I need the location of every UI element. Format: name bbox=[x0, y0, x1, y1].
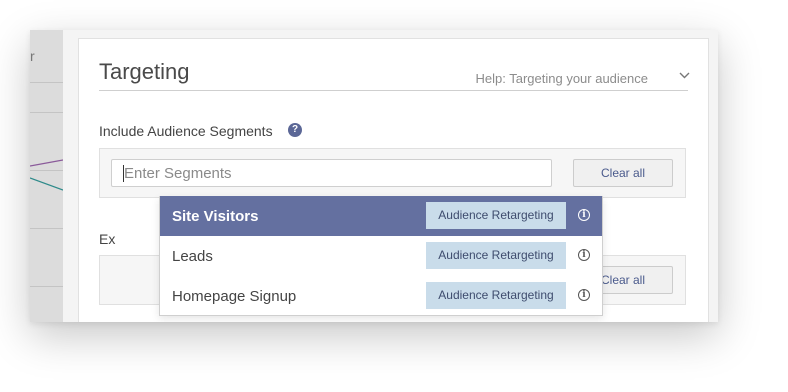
text-caret bbox=[123, 165, 124, 182]
card-title: Targeting bbox=[99, 59, 190, 84]
clear-all-button[interactable]: Clear all bbox=[573, 159, 673, 187]
segment-type-tag: Audience Retargeting bbox=[426, 242, 566, 269]
help-link[interactable]: Help: Targeting your audience bbox=[476, 71, 649, 86]
title-divider bbox=[99, 90, 688, 91]
dropdown-item[interactable]: Leads Audience Retargeting i bbox=[160, 236, 602, 276]
help-circle-icon[interactable]: ? bbox=[288, 123, 302, 137]
targeting-card: Targeting Help: Targeting your audience … bbox=[78, 38, 709, 322]
segment-name: Site Visitors bbox=[172, 208, 259, 225]
dropdown-item[interactable]: Site Visitors Audience Retargeting i bbox=[160, 196, 602, 236]
segment-type-tag: Audience Retargeting bbox=[426, 202, 566, 229]
segment-type-tag: Audience Retargeting bbox=[426, 282, 566, 309]
include-segments-label: Include Audience Segments bbox=[99, 123, 273, 139]
app-window: r Targeting Help: Targeting your audienc… bbox=[30, 30, 718, 322]
background-chart-strip: r bbox=[30, 30, 64, 322]
info-icon[interactable]: i bbox=[578, 289, 590, 301]
exclude-segments-label: Ex bbox=[99, 231, 116, 247]
segment-name: Homepage Signup bbox=[172, 288, 297, 305]
info-icon[interactable]: i bbox=[578, 249, 590, 261]
segments-input[interactable] bbox=[111, 159, 552, 187]
segments-dropdown: Site Visitors Audience Retargeting i Lea… bbox=[159, 196, 603, 316]
strip-chart-lines bbox=[30, 159, 63, 191]
main-panel: Targeting Help: Targeting your audience … bbox=[63, 30, 718, 322]
chevron-down-icon[interactable] bbox=[679, 72, 690, 79]
segment-name: Leads bbox=[172, 248, 213, 265]
info-icon[interactable]: i bbox=[578, 209, 590, 221]
include-segments-box: Clear all bbox=[99, 148, 686, 198]
dropdown-item[interactable]: Homepage Signup Audience Retargeting i bbox=[160, 276, 602, 316]
